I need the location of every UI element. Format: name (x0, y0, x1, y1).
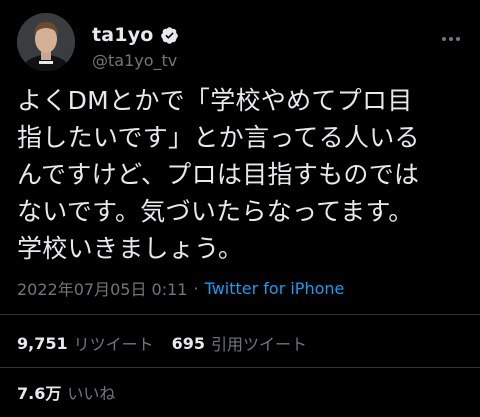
profile-avatar-image (17, 13, 75, 71)
quotes-label: 引用ツイート (211, 335, 308, 354)
tweet-text: よくDMとかで「学校やめてプロ目 指したいです」とか言ってる人いる んですけど、… (17, 86, 420, 263)
divider (0, 314, 480, 315)
retweets-count: 9,751 (17, 333, 68, 353)
likes-stat[interactable]: 7.6万 いいね (17, 380, 115, 404)
likes-stats-row: 7.6万 いいね (17, 380, 115, 404)
likes-count: 7.6万 (17, 384, 62, 403)
tweet-detail: ta1yo @ta1yo_tv よくDMとかで「学校やめてプロ目 指したいです」… (0, 0, 480, 417)
more-options-icon[interactable] (439, 29, 463, 49)
user-names: ta1yo @ta1yo_tv (92, 23, 179, 70)
tweet-header: ta1yo @ta1yo_tv (17, 13, 463, 77)
tweet-timestamp[interactable]: 2022年07月05日 0:11 (17, 276, 187, 300)
retweet-stats-row: 9,751 リツイート 695 引用ツイート (17, 331, 307, 355)
retweets-stat[interactable]: 9,751 リツイート (17, 331, 154, 355)
tweet-meta: 2022年07月05日 0:11 · Twitter for iPhone (17, 276, 344, 300)
retweets-label: リツイート (73, 335, 154, 354)
display-name-row: ta1yo (92, 23, 179, 47)
likes-label: いいね (67, 384, 116, 403)
quotes-count: 695 (171, 333, 206, 353)
user-handle[interactable]: @ta1yo_tv (92, 51, 179, 70)
tweet-source-link[interactable]: Twitter for iPhone (205, 279, 345, 298)
avatar[interactable] (17, 13, 75, 71)
divider (0, 367, 480, 368)
display-name[interactable]: ta1yo (92, 24, 154, 46)
meta-separator: · (193, 278, 199, 298)
quotes-stat[interactable]: 695 引用ツイート (172, 331, 307, 355)
verified-badge-icon (160, 26, 179, 45)
